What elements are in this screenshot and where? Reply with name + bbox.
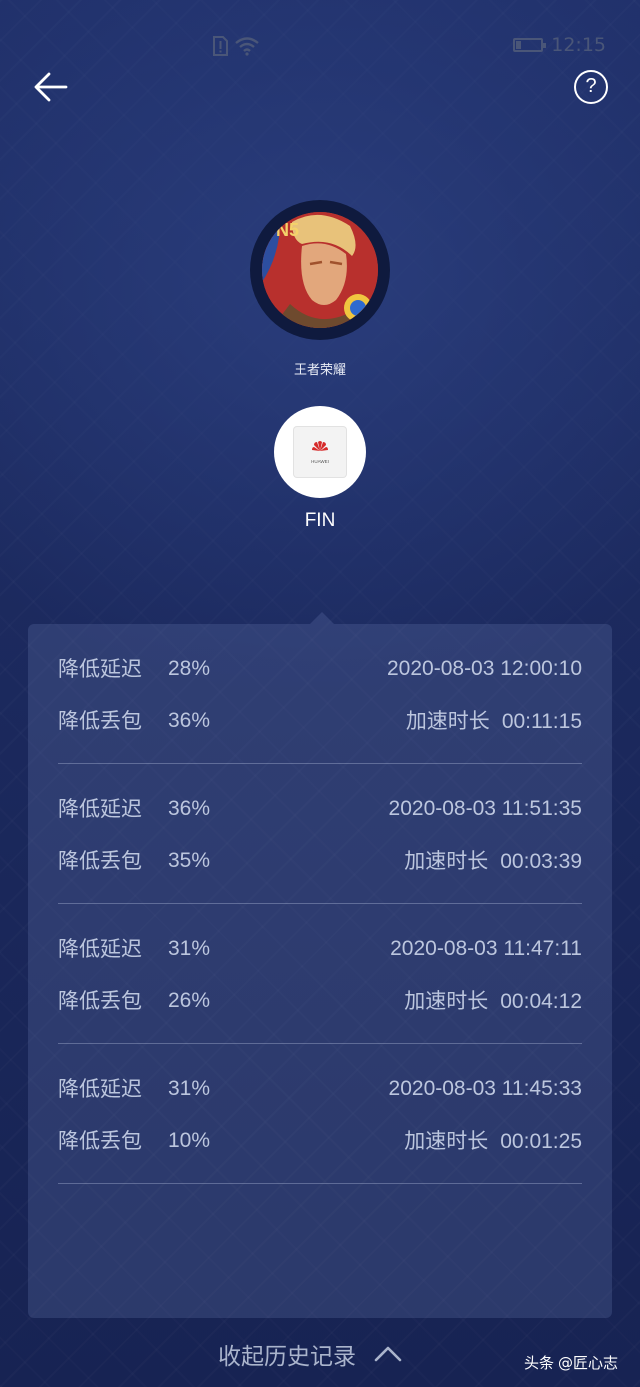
latency-row: 降低延迟 31% 2020-08-03 11:47:11: [58, 934, 582, 964]
duration-value: 00:11:15: [501, 710, 582, 733]
arrow-left-icon: [34, 72, 68, 102]
packet-loss-value: 35%: [168, 849, 211, 872]
duration: 加速时长 00:11:15: [406, 706, 582, 737]
latency-value: 31%: [168, 1077, 211, 1100]
latency-label: 降低延迟: [58, 1077, 142, 1101]
chevron-up-icon: [374, 1346, 402, 1362]
status-time: 12:15: [551, 34, 606, 56]
hero-portrait-icon: N5: [262, 212, 378, 328]
game-avatar: N5: [250, 200, 390, 340]
duration-label: 加速时长: [405, 709, 490, 733]
collapse-history-button[interactable]: 收起历史记录: [218, 1336, 402, 1372]
svg-text:N5: N5: [276, 220, 299, 240]
duration-label: 加速时长: [404, 1129, 489, 1153]
packet-loss-value: 36%: [168, 709, 211, 732]
record-divider: [58, 1183, 582, 1184]
device-logo-text: HUAWEI: [311, 459, 329, 464]
record-timestamp: 2020-08-03 11:47:11: [390, 937, 582, 960]
duration-value: 00:03:39: [500, 850, 582, 873]
duration-value: 00:04:12: [500, 990, 582, 1013]
duration-label: 加速时长: [404, 849, 489, 873]
duration: 加速时长 00:04:12: [404, 986, 582, 1017]
watermark-brand: 头条: [524, 1354, 555, 1372]
game-name: 王者荣耀: [293, 363, 346, 378]
battery-level: [516, 41, 522, 49]
battery-icon: [513, 38, 547, 52]
collapse-label: 收起历史记录: [218, 1344, 356, 1370]
history-panel: 降低延迟 28% 2020-08-03 12:00:10 降低丢包 36% 加速…: [28, 612, 612, 1318]
huawei-logo-icon: HUAWEI: [311, 441, 329, 464]
latency-label: 降低延迟: [58, 937, 142, 961]
latency-value: 28%: [168, 657, 211, 680]
device-image: HUAWEI: [294, 427, 346, 477]
latency-row: 降低延迟 36% 2020-08-03 11:51:35: [58, 794, 582, 824]
packet-row: 降低丢包 10% 加速时长 00:01:25: [58, 1126, 582, 1156]
device-name: FIN: [304, 510, 336, 531]
help-button[interactable]: ?: [574, 70, 608, 104]
latency-label: 降低延迟: [58, 797, 142, 821]
back-button[interactable]: [30, 66, 72, 108]
duration: 加速时长 00:01:25: [404, 1126, 582, 1157]
packet-row: 降低丢包 26% 加速时长 00:04:12: [58, 986, 582, 1016]
panel-pointer: [310, 612, 334, 624]
record-timestamp: 2020-08-03 11:51:35: [388, 797, 582, 820]
packet-loss-label: 降低丢包: [58, 849, 142, 873]
sim-alert-icon: [213, 36, 228, 56]
duration-label: 加速时长: [404, 989, 489, 1013]
packet-loss-value: 10%: [168, 1129, 211, 1152]
status-right: 12:15: [513, 34, 606, 56]
packet-loss-label: 降低丢包: [58, 1129, 142, 1153]
duration-value: 00:01:25: [500, 1130, 582, 1153]
watermark: 头条 @匠心志: [524, 1352, 618, 1373]
status-bar: 12:15: [0, 0, 640, 94]
history-record: 降低延迟 31% 2020-08-03 11:47:11 降低丢包 26% 加速…: [58, 904, 582, 1044]
record-timestamp: 2020-08-03 12:00:10: [387, 657, 582, 680]
latency-value: 36%: [168, 797, 211, 820]
status-icons: [212, 36, 260, 56]
device-avatar: HUAWEI: [274, 406, 366, 498]
history-record: 降低延迟 31% 2020-08-03 11:45:33 降低丢包 10% 加速…: [58, 1044, 582, 1184]
latency-label: 降低延迟: [58, 657, 142, 681]
game-avatar-image: N5: [262, 212, 378, 328]
latency-row: 降低延迟 31% 2020-08-03 11:45:33: [58, 1074, 582, 1104]
watermark-handle: @匠心志: [558, 1354, 619, 1372]
wifi-icon: [235, 37, 259, 56]
packet-loss-value: 26%: [168, 989, 211, 1012]
packet-loss-label: 降低丢包: [58, 989, 142, 1013]
record-timestamp: 2020-08-03 11:45:33: [388, 1077, 582, 1100]
history-record: 降低延迟 28% 2020-08-03 12:00:10 降低丢包 36% 加速…: [58, 624, 582, 764]
latency-row: 降低延迟 28% 2020-08-03 12:00:10: [58, 654, 582, 684]
history-record: 降低延迟 36% 2020-08-03 11:51:35 降低丢包 35% 加速…: [58, 764, 582, 904]
latency-value: 31%: [168, 937, 211, 960]
packet-row: 降低丢包 36% 加速时长 00:11:15: [58, 706, 582, 736]
help-icon: ?: [585, 75, 597, 97]
duration: 加速时长 00:03:39: [404, 846, 582, 877]
packet-loss-label: 降低丢包: [58, 709, 142, 733]
packet-row: 降低丢包 35% 加速时长 00:03:39: [58, 846, 582, 876]
